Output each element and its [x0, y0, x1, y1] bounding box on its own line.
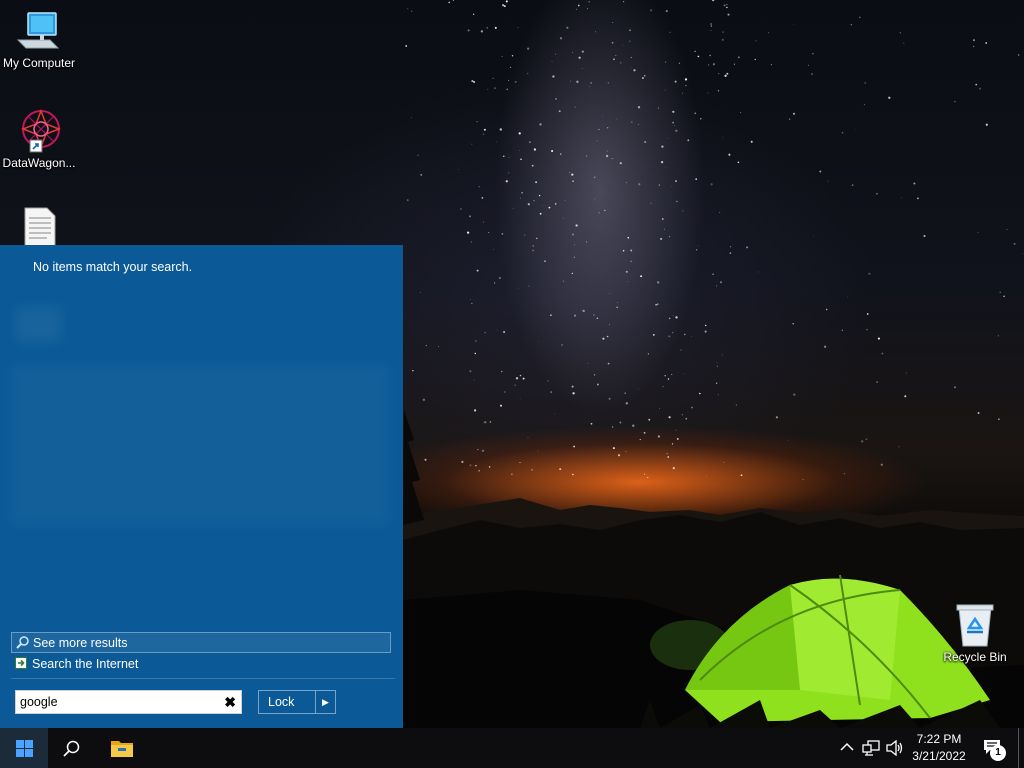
volume-tray-button[interactable]	[884, 728, 906, 768]
search-internet-link[interactable]: Search the Internet	[11, 654, 391, 675]
network-tray-button[interactable]	[860, 728, 882, 768]
start-button[interactable]	[0, 728, 48, 768]
internet-search-icon	[15, 657, 27, 669]
desktop-icon-my-computer[interactable]: My Computer	[0, 10, 78, 70]
desktop-icon-text-file[interactable]	[0, 206, 78, 246]
blurred-background	[16, 307, 61, 342]
search-internet-label: Search the Internet	[32, 657, 139, 671]
desktop-icon-label: Recycle Bin	[943, 650, 1007, 664]
desktop-icon-datawagon[interactable]: DataWagon...	[0, 108, 78, 170]
volume-icon	[886, 740, 903, 756]
search-icon	[63, 740, 80, 757]
blurred-background	[10, 365, 390, 525]
show-desktop-button[interactable]	[1018, 728, 1024, 768]
taskbar-search-button[interactable]	[48, 728, 96, 768]
windows-start-icon	[16, 740, 33, 757]
network-icon	[862, 740, 880, 756]
taskbar-clock[interactable]: 7:22 PM 3/21/2022	[905, 731, 973, 765]
text-file-icon	[24, 207, 56, 246]
desktop-icon-label: DataWagon...	[2, 156, 76, 170]
search-input[interactable]	[20, 693, 216, 711]
desktop-icon-label: My Computer	[2, 56, 76, 70]
clock-time: 7:22 PM	[916, 732, 962, 746]
clear-search-icon[interactable]: ✖	[224, 694, 236, 711]
desktop-icon-recycle-bin[interactable]: Recycle Bin	[936, 602, 1014, 664]
see-more-results-link[interactable]: See more results	[11, 632, 391, 653]
taskbar-file-explorer[interactable]	[98, 728, 146, 768]
start-search-panel: No items match your search. See more res…	[0, 245, 403, 728]
no-results-message: No items match your search.	[33, 260, 193, 274]
chevron-up-icon	[840, 742, 854, 751]
see-more-results-label: See more results	[33, 636, 128, 650]
computer-icon	[16, 12, 60, 49]
start-search-box[interactable]: ✖	[15, 690, 242, 714]
clock-date: 3/21/2022	[912, 749, 966, 763]
power-options-arrow-icon[interactable]: ▶	[315, 690, 336, 714]
divider	[11, 678, 395, 679]
notification-count-badge: 1	[990, 745, 1006, 761]
recycle-bin-icon	[956, 604, 994, 647]
file-explorer-icon	[111, 741, 133, 757]
magnifier-icon	[16, 636, 29, 649]
show-hidden-icons-button[interactable]	[838, 728, 856, 768]
taskbar: 7:22 PM 3/21/2022 1	[0, 728, 1024, 768]
datawagon-icon	[20, 108, 62, 153]
lock-button[interactable]: Lock	[258, 690, 315, 714]
